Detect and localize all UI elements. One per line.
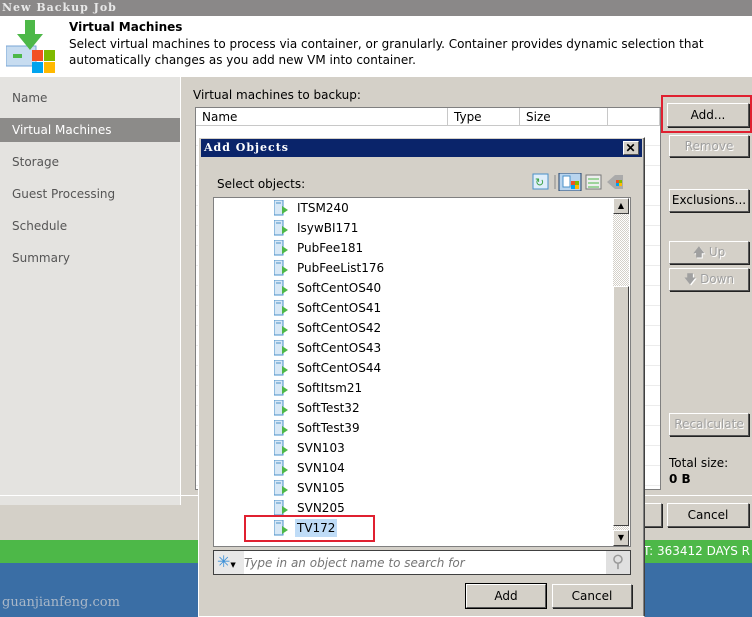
- tree-item-label: SoftCentOS43: [297, 341, 382, 355]
- cancel-wizard-button[interactable]: Cancel: [667, 503, 749, 527]
- search-scope-dropdown[interactable]: ✳▼: [214, 551, 244, 574]
- dialog-add-button[interactable]: Add: [466, 584, 546, 608]
- down-button[interactable]: 🡇 Down: [669, 268, 749, 291]
- up-label: Up: [708, 245, 726, 259]
- refresh-icon[interactable]: ↻: [532, 173, 549, 190]
- column-header-name[interactable]: Name: [196, 108, 448, 126]
- vm-icon: [274, 400, 288, 416]
- wizard-sidebar: Name Virtual Machines Storage Guest Proc…: [0, 77, 181, 505]
- sidebar-item-schedule[interactable]: Schedule: [0, 214, 180, 238]
- add-objects-dialog: Add Objects ✕ Select objects: ↻ ITSM240 I…: [198, 137, 645, 617]
- up-button[interactable]: 🡅 Up: [669, 241, 749, 264]
- vm-icon: [274, 220, 288, 236]
- scroll-up-button[interactable]: ▲: [613, 198, 629, 214]
- search-input[interactable]: [244, 553, 604, 572]
- dialog-title: Add Objects: [204, 141, 289, 154]
- exclusions-button[interactable]: Exclusions...: [669, 189, 749, 212]
- sidebar-item-name[interactable]: Name: [0, 86, 180, 110]
- vm-icon: [274, 500, 288, 516]
- tree-item-label: SoftCentOS41: [297, 301, 382, 315]
- tree-item-label: SoftCentOS44: [297, 361, 382, 375]
- highlight-box: [661, 95, 752, 133]
- tree-item-label: SoftCentOS40: [297, 281, 382, 295]
- vms-and-templates-icon[interactable]: [585, 174, 602, 190]
- vm-icon: [274, 260, 288, 276]
- vm-icon: [274, 440, 288, 456]
- arrow-down-icon: 🡇: [683, 272, 701, 286]
- vm-icon: [274, 340, 288, 356]
- svg-text:↻: ↻: [535, 176, 544, 189]
- hosts-and-clusters-icon[interactable]: [558, 173, 582, 191]
- column-header-size[interactable]: Size: [520, 108, 608, 126]
- vm-icon: [274, 360, 288, 376]
- vm-icon: [274, 300, 288, 316]
- vm-icon: [274, 280, 288, 296]
- chevron-down-icon: ▼: [230, 561, 236, 569]
- tree-item-label: SoftTest39: [297, 421, 360, 435]
- object-tree[interactable]: ITSM240 IsywBI171 PubFee181 PubFeeList176 So…: [213, 197, 631, 547]
- vm-icon: [274, 480, 288, 496]
- tags-icon[interactable]: [607, 175, 623, 189]
- watermark: guanjianfeng.com: [2, 595, 120, 610]
- sidebar-item-storage[interactable]: Storage: [0, 150, 180, 174]
- tree-item-label: SoftTest32: [297, 401, 360, 415]
- close-icon[interactable]: ✕: [623, 141, 639, 155]
- tree-item-label: SoftItsm21: [297, 381, 363, 395]
- vm-icon: [274, 320, 288, 336]
- vm-icon: [274, 200, 288, 216]
- vm-icon: [274, 420, 288, 436]
- select-objects-label: Select objects:: [217, 177, 306, 191]
- recalculate-button[interactable]: Recalculate: [669, 413, 749, 436]
- arrow-up-icon: 🡅: [692, 245, 709, 259]
- tree-item-label: SVN104: [297, 461, 345, 475]
- highlight-box: [244, 515, 375, 542]
- down-label: Down: [700, 272, 735, 286]
- sidebar-item-virtual-machines[interactable]: Virtual Machines: [0, 118, 180, 142]
- vm-table-label: Virtual machines to backup:: [193, 88, 361, 102]
- vm-icon: [274, 240, 288, 256]
- scroll-thumb[interactable]: [613, 286, 629, 526]
- page-title: Virtual Machines: [69, 20, 183, 34]
- scroll-down-button[interactable]: ▼: [613, 530, 629, 546]
- tree-item-label: PubFeeList176: [297, 261, 385, 275]
- window-title-bar: New Backup Job: [0, 0, 752, 16]
- vm-icon: [274, 460, 288, 476]
- column-header-empty: [608, 108, 660, 126]
- tree-item-label: IsywBI171: [297, 221, 359, 235]
- object-search-field[interactable]: ✳▼ ⚲: [213, 550, 631, 575]
- dialog-cancel-button[interactable]: Cancel: [552, 584, 632, 608]
- backup-vm-logo-icon: [6, 20, 55, 73]
- tree-item-label: ITSM240: [297, 201, 349, 215]
- total-size-value: 0 B: [669, 472, 691, 486]
- sidebar-item-summary[interactable]: Summary: [0, 246, 180, 270]
- remove-button[interactable]: Remove: [669, 135, 749, 157]
- tree-item-label: SVN105: [297, 481, 345, 495]
- tree-item-label: SVN103: [297, 441, 345, 455]
- view-toolbar: ↻: [532, 173, 623, 191]
- tree-item-label: PubFee181: [297, 241, 364, 255]
- column-header-type[interactable]: Type: [448, 108, 520, 126]
- sidebar-item-guest-processing[interactable]: Guest Processing: [0, 182, 180, 206]
- total-size-label: Total size:: [669, 456, 729, 470]
- dialog-title-bar: Add Objects ✕: [201, 139, 642, 157]
- page-description: Select virtual machines to process via c…: [69, 37, 704, 67]
- tree-item-label: SoftCentOS42: [297, 321, 382, 335]
- page-header: Virtual Machines Select virtual machines…: [0, 16, 752, 77]
- tree-scrollbar[interactable]: ▲ ▼: [613, 198, 629, 546]
- vm-icon: [274, 380, 288, 396]
- asterisk-icon: ✳: [217, 552, 231, 571]
- search-icon[interactable]: ⚲: [606, 551, 630, 574]
